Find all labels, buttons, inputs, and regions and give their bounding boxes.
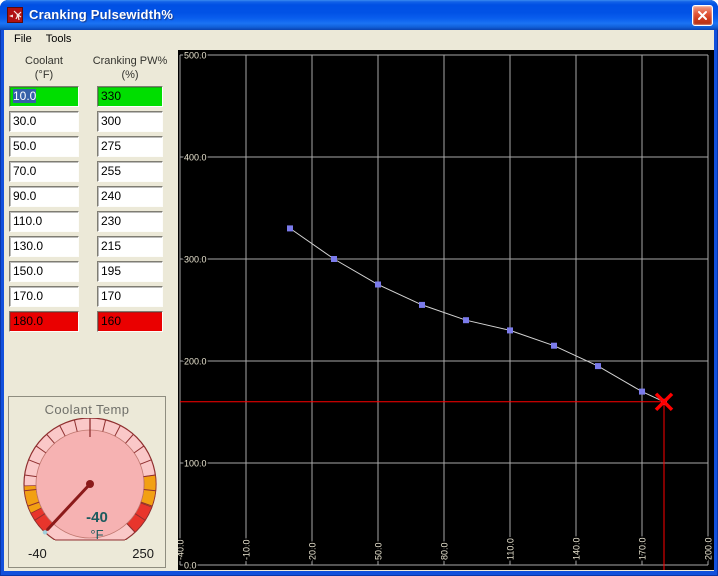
coolant-cell[interactable]: 130.0 — [9, 236, 79, 257]
y-tick-label: 100.0 — [184, 459, 207, 469]
pw-cell[interactable]: 230 — [97, 211, 163, 232]
pw-cell[interactable]: 275 — [97, 136, 163, 157]
x-tick-label: -40.0 — [178, 539, 186, 560]
table-row: 170.0 170 — [9, 286, 163, 307]
app-icon — [7, 7, 23, 23]
pw-cell[interactable]: 160 — [97, 311, 163, 332]
data-line — [289, 227, 665, 403]
table-row: 90.0 240 — [9, 186, 163, 207]
pw-cell[interactable]: 255 — [97, 161, 163, 182]
pw-cell[interactable]: 215 — [97, 236, 163, 257]
coolant-header-units: (°F) — [34, 69, 54, 81]
data-point-marker[interactable] — [375, 281, 381, 288]
selected-text: 10.0 — [13, 89, 37, 103]
coolant-temp-gauge: -40°F-40 250 — [23, 418, 157, 561]
y-tick-label: 500.0 — [184, 51, 207, 61]
data-point-marker[interactable] — [551, 342, 557, 349]
x-tick-label: -10.0 — [242, 539, 252, 560]
menu-tools[interactable]: Tools — [39, 32, 79, 46]
coolant-cell[interactable]: 10.0 — [9, 86, 79, 107]
menu-bar: File Tools — [4, 30, 714, 47]
table-row: 130.0 215 — [9, 236, 163, 257]
coolant-cell[interactable]: 170.0 — [9, 286, 79, 307]
table-row: 10.0 330 — [9, 86, 163, 107]
gauge-max-label: 250 — [132, 546, 154, 561]
table-row: 150.0 195 — [9, 261, 163, 282]
data-point-marker[interactable] — [463, 317, 469, 324]
data-point-marker[interactable] — [639, 388, 645, 395]
value-table: 10.0 330 30.0 300 50.0 275 70.0 255 90.0 240 110.0… — [9, 86, 163, 336]
x-tick-label: 20.0 — [308, 542, 318, 560]
data-point-marker[interactable] — [419, 301, 425, 308]
x-tick-label: 200.0 — [704, 537, 714, 560]
pw-header-units: (%) — [121, 69, 139, 81]
close-icon — [698, 11, 707, 20]
window-title: Cranking Pulsewidth% — [29, 7, 174, 22]
x-tick-label: 140.0 — [572, 537, 582, 560]
y-tick-label: 200.0 — [184, 357, 207, 367]
data-point-marker[interactable] — [595, 363, 601, 370]
coolant-cell[interactable]: 50.0 — [9, 136, 79, 157]
gauge-value: -40 — [86, 509, 108, 526]
coolant-header-text: Coolant — [25, 55, 63, 67]
data-point-marker[interactable] — [287, 225, 293, 232]
gauge-title: Coolant Temp — [44, 402, 130, 417]
coolant-cell[interactable]: 150.0 — [9, 261, 79, 282]
pw-column-header: Cranking PW% (%) — [92, 54, 168, 82]
x-tick-label: 50.0 — [374, 542, 384, 560]
menu-file[interactable]: File — [7, 32, 39, 46]
x-tick-label: 170.0 — [638, 537, 648, 560]
table-row: 110.0 230 — [9, 211, 163, 232]
coolant-cell[interactable]: 90.0 — [9, 186, 79, 207]
y-tick-label: 300.0 — [184, 255, 207, 265]
coolant-column-header: Coolant (°F) — [7, 54, 81, 82]
table-row: 180.0 160 — [9, 311, 163, 332]
close-button[interactable] — [692, 5, 713, 26]
pw-cell[interactable]: 170 — [97, 286, 163, 307]
cranking-pw-chart: 0.0 100.0 200.0 300.0 400.0 500.0 -40.0 -10.0 20… — [178, 50, 714, 570]
pw-cell[interactable]: 195 — [97, 261, 163, 282]
app-window: Cranking Pulsewidth% File Tools Coolant … — [0, 0, 718, 576]
data-point-marker[interactable] — [331, 256, 337, 262]
y-tick-label: 0.0 — [184, 561, 197, 571]
coolant-cell[interactable]: 180.0 — [9, 311, 79, 332]
coolant-cell[interactable]: 110.0 — [9, 211, 79, 232]
pw-cell[interactable]: 240 — [97, 186, 163, 207]
y-tick-label: 400.0 — [184, 153, 207, 163]
client-area: Coolant (°F) Cranking PW% (%) 10.0 330 30.… — [4, 47, 714, 571]
table-row: 30.0 300 — [9, 111, 163, 132]
gauge-hub — [86, 480, 94, 488]
table-row: 70.0 255 — [9, 161, 163, 182]
x-tick-label: 110.0 — [506, 538, 516, 560]
coolant-gauge-frame: Coolant Temp -40 °F -40 250 — [8, 396, 166, 568]
coolant-cell[interactable]: 30.0 — [9, 111, 79, 132]
gauge-needle-tip-dot — [42, 530, 48, 535]
coolant-cell[interactable]: 70.0 — [9, 161, 79, 182]
table-row: 50.0 275 — [9, 136, 163, 157]
data-point-marker[interactable] — [507, 327, 513, 334]
pw-cell[interactable]: 330 — [97, 86, 163, 107]
x-tick-label: 80.0 — [440, 542, 450, 560]
pw-cell[interactable]: 300 — [97, 111, 163, 132]
gauge-units: °F — [90, 527, 103, 542]
gauge-min-label: -40 — [28, 546, 47, 561]
title-bar[interactable]: Cranking Pulsewidth% — [0, 0, 718, 30]
pw-header-text: Cranking PW% — [92, 55, 168, 67]
